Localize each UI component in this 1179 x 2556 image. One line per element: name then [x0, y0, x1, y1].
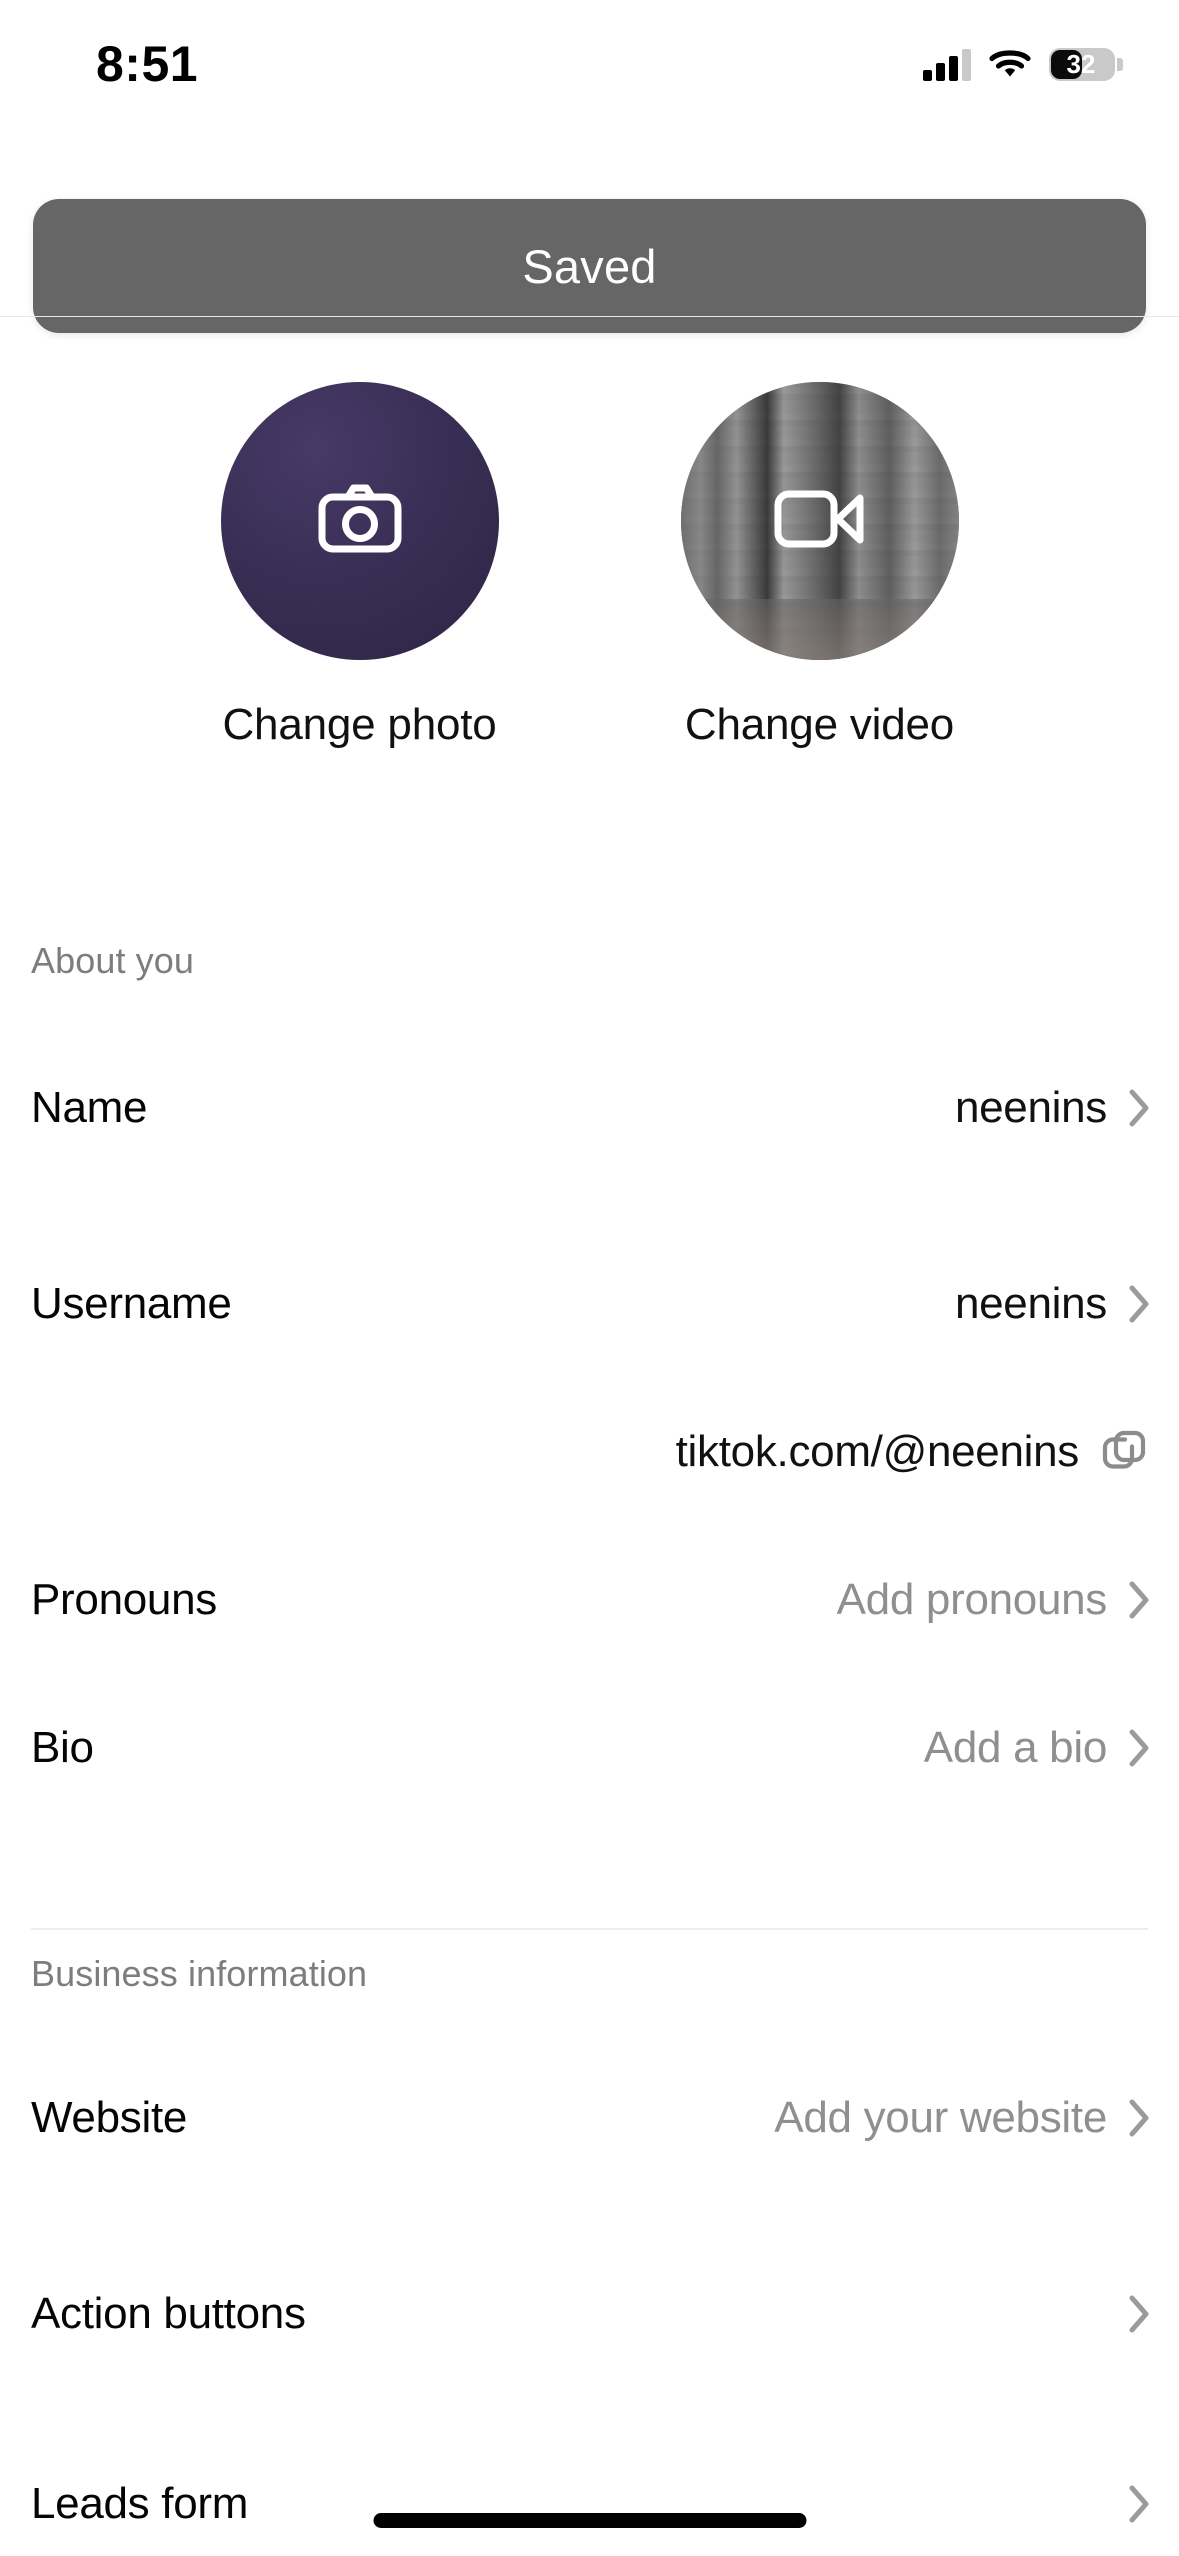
cellular-signal-icon	[923, 47, 971, 81]
change-photo-button[interactable]: Change photo	[210, 382, 510, 750]
video-camera-icon	[774, 486, 866, 557]
status-time: 8:51	[96, 36, 199, 92]
row-bio-label: Bio	[31, 1723, 94, 1772]
row-name-value: neenins	[954, 1083, 1107, 1132]
row-username-label: Username	[31, 1279, 232, 1328]
battery-percent-label: 32	[1066, 48, 1096, 79]
row-name-content[interactable]: Name neenins	[0, 1060, 1179, 1156]
about-you-section: About you	[0, 940, 1179, 982]
media-picker-row: Change photo Change video	[0, 382, 1179, 750]
profile-edit-screen: 8:51 32 Saved Change photo Change video …	[0, 0, 1179, 2556]
row-pronouns-label: Pronouns	[31, 1575, 217, 1624]
change-photo-label: Change photo	[222, 700, 497, 749]
business-information-header: Business information	[31, 1953, 368, 1994]
battery-icon: 32	[1049, 47, 1123, 81]
row-action-buttons-label: Action buttons	[31, 2289, 306, 2338]
chevron-right-icon	[1129, 2485, 1151, 2523]
row-leads-form[interactable]: Leads form	[0, 2456, 1179, 2552]
row-username-content[interactable]: Username neenins	[0, 1256, 1179, 1352]
row-pronouns[interactable]: Pronouns Add pronouns	[0, 1552, 1179, 1648]
chevron-right-icon	[1129, 2295, 1151, 2333]
row-action-buttons[interactable]: Action buttons	[0, 2266, 1179, 2362]
home-indicator[interactable]	[373, 2513, 806, 2528]
row-name-label: Name	[31, 1083, 148, 1132]
copy-icon[interactable]	[1101, 1429, 1147, 1475]
row-website[interactable]: Website Add your website	[0, 2070, 1179, 2166]
row-bio-value: Add a bio	[923, 1723, 1108, 1772]
change-video-label: Change video	[684, 700, 955, 749]
row-leads-form-content[interactable]: Leads form	[0, 2456, 1179, 2552]
chevron-right-icon	[1129, 1285, 1151, 1323]
status-indicators: 32	[923, 31, 1123, 81]
row-pronouns-content[interactable]: Pronouns Add pronouns	[0, 1552, 1179, 1648]
chevron-right-icon	[1129, 1581, 1151, 1619]
chevron-right-icon	[1129, 1729, 1151, 1767]
business-information-section: Business information	[0, 1953, 1179, 1995]
section-divider	[31, 1928, 1148, 1930]
row-website-value: Add your website	[774, 2093, 1107, 2142]
row-bio[interactable]: Bio Add a bio	[0, 1700, 1179, 1796]
saved-toast: Saved	[33, 199, 1146, 333]
row-profile-url[interactable]: tiktok.com/@neenins	[0, 1404, 1179, 1500]
row-profile-url-value: tiktok.com/@neenins	[675, 1427, 1080, 1476]
row-action-buttons-content[interactable]: Action buttons	[0, 2266, 1179, 2362]
row-bio-content[interactable]: Bio Add a bio	[0, 1700, 1179, 1796]
wifi-icon	[989, 48, 1031, 80]
change-video-button[interactable]: Change video	[670, 382, 970, 750]
about-you-header: About you	[31, 940, 195, 981]
chevron-right-icon	[1129, 2099, 1151, 2137]
row-profile-url-content[interactable]: tiktok.com/@neenins	[0, 1404, 1179, 1500]
camera-icon	[318, 483, 402, 560]
row-website-label: Website	[31, 2093, 188, 2142]
video-thumbnail-foreground	[680, 598, 959, 660]
row-name[interactable]: Name neenins	[0, 1060, 1179, 1156]
chevron-right-icon	[1129, 1089, 1151, 1127]
row-website-content[interactable]: Website Add your website	[0, 2070, 1179, 2166]
row-username-value: neenins	[954, 1279, 1107, 1328]
row-pronouns-value: Add pronouns	[836, 1575, 1108, 1624]
profile-photo-avatar[interactable]	[220, 382, 499, 660]
status-bar: 8:51 32	[0, 0, 1179, 112]
row-leads-form-label: Leads form	[31, 2479, 249, 2528]
profile-video-avatar[interactable]	[680, 382, 959, 660]
saved-toast-label: Saved	[522, 239, 657, 293]
toast-underline-divider	[0, 316, 1179, 317]
row-username[interactable]: Username neenins	[0, 1256, 1179, 1352]
